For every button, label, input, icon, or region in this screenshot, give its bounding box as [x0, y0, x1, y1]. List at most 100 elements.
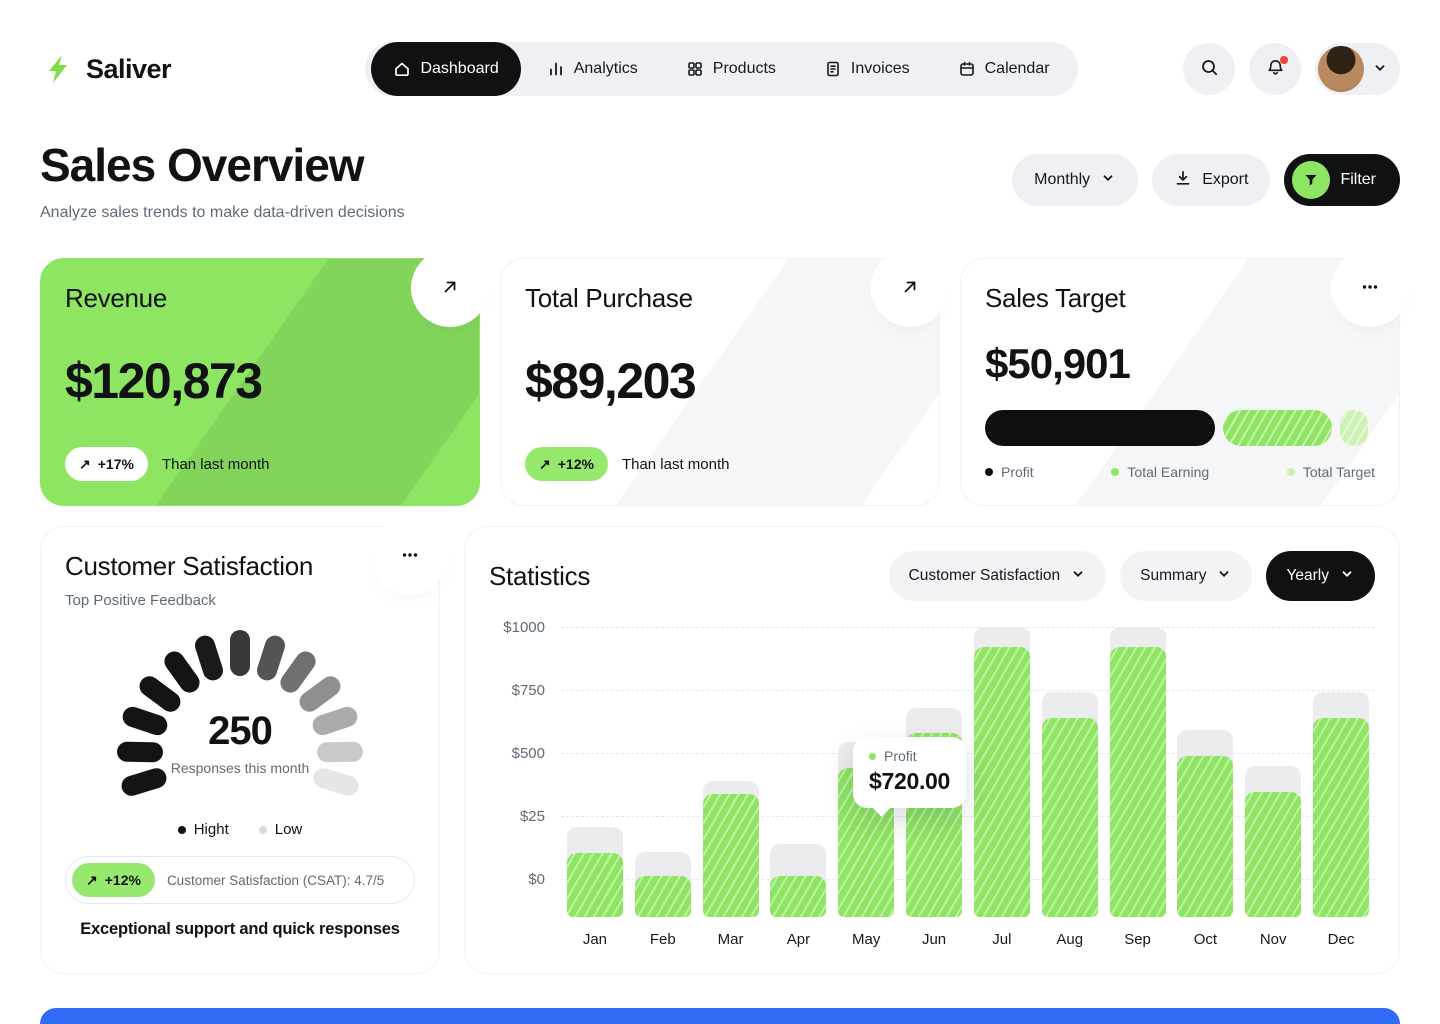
- gauge-segment: [117, 741, 163, 762]
- tooltip-value: $720.00: [869, 768, 950, 795]
- x-tick-label: Oct: [1171, 931, 1239, 948]
- bar-slot[interactable]: [1036, 627, 1104, 917]
- dashboard-page: Saliver Dashboard Analytics Products Inv…: [0, 0, 1440, 1024]
- summary-dropdown-label: Summary: [1140, 567, 1206, 585]
- purchase-card-title: Total Purchase: [525, 283, 915, 314]
- period-dropdown-label: Monthly: [1034, 171, 1090, 189]
- nav-item-calendar[interactable]: Calendar: [936, 42, 1072, 96]
- bar-slot[interactable]: [1307, 627, 1375, 917]
- revenue-delta-badge: ↗+17%: [65, 447, 148, 481]
- x-tick-label: Jul: [968, 931, 1036, 948]
- profile-menu[interactable]: [1315, 43, 1400, 95]
- chevron-down-icon: [1100, 170, 1116, 191]
- bar: [703, 794, 759, 917]
- target-progress: [985, 410, 1375, 446]
- nav-item-invoices[interactable]: Invoices: [802, 42, 932, 96]
- invoices-icon: [824, 60, 842, 78]
- bar-slot[interactable]: [968, 627, 1036, 917]
- calendar-icon: [958, 60, 976, 78]
- export-button[interactable]: Export: [1152, 154, 1270, 206]
- header-actions: Monthly Export Filter: [1012, 154, 1400, 206]
- y-axis: $1000$750$500$25$0: [489, 627, 561, 917]
- legend-dot: [1111, 468, 1119, 476]
- progress-segment: [985, 410, 1215, 446]
- main-nav: Dashboard Analytics Products Invoices Ca…: [365, 42, 1077, 96]
- x-tick-label: May: [832, 931, 900, 948]
- filter-button[interactable]: Filter: [1284, 154, 1400, 206]
- bar: [1042, 718, 1098, 917]
- trend-up-icon: ↗: [79, 457, 91, 471]
- bolt-icon: [40, 51, 76, 87]
- tooltip-label: Profit: [884, 748, 917, 764]
- trend-up-icon: ↗: [86, 873, 98, 887]
- bar-plot: [561, 627, 1375, 917]
- nav-item-label: Dashboard: [420, 60, 498, 78]
- progress-segment: [1340, 410, 1367, 446]
- notifications-button[interactable]: [1249, 43, 1301, 95]
- summary-dropdown[interactable]: Summary: [1120, 551, 1252, 601]
- revenue-card: Revenue $120,873 ↗+17% Than last month: [40, 258, 480, 506]
- satisfaction-menu-button[interactable]: [383, 529, 437, 583]
- nav-item-label: Analytics: [574, 60, 638, 78]
- nav-item-label: Products: [713, 60, 776, 78]
- legend-item-high: Hight: [178, 821, 229, 838]
- search-icon: [1200, 58, 1219, 80]
- legend-dot: [985, 468, 993, 476]
- bar-slot[interactable]: [1104, 627, 1172, 917]
- y-tick-label: $750: [512, 682, 545, 699]
- purchase-expand-button[interactable]: [883, 261, 937, 315]
- target-legend: ProfitTotal EarningTotal Target: [985, 464, 1375, 480]
- chevron-down-icon: [1070, 566, 1086, 587]
- page-header-text: Sales Overview Analyze sales trends to m…: [40, 138, 405, 222]
- metric-dropdown[interactable]: Customer Satisfaction: [889, 551, 1107, 601]
- export-button-label: Export: [1202, 171, 1248, 189]
- bar: [1177, 756, 1233, 917]
- ellipsis-icon: [400, 545, 420, 568]
- bar-slot[interactable]: [697, 627, 765, 917]
- nav-item-products[interactable]: Products: [664, 42, 798, 96]
- notification-dot: [1280, 56, 1288, 64]
- revenue-compare-label: Than last month: [162, 456, 270, 473]
- satisfaction-subtitle: Top Positive Feedback: [65, 592, 415, 609]
- search-button[interactable]: [1183, 43, 1235, 95]
- top-right-actions: [1183, 43, 1400, 95]
- nav-item-dashboard[interactable]: Dashboard: [371, 42, 520, 96]
- bar-slot[interactable]: [764, 627, 832, 917]
- chart-tooltip: Profit $720.00: [853, 737, 966, 808]
- x-tick-label: Jun: [900, 931, 968, 948]
- satisfaction-note: Exceptional support and quick responses: [65, 920, 415, 939]
- legend-item: Total Target: [1287, 464, 1375, 480]
- nav-item-analytics[interactable]: Analytics: [525, 42, 660, 96]
- revenue-expand-button[interactable]: [423, 261, 477, 315]
- y-tick-label: $25: [520, 808, 545, 825]
- period-dropdown[interactable]: Monthly: [1012, 154, 1138, 206]
- x-tick-label: Jan: [561, 931, 629, 948]
- x-tick-label: Sep: [1104, 931, 1172, 948]
- chevron-down-icon: [1372, 60, 1388, 79]
- y-tick-label: $0: [528, 871, 545, 888]
- target-menu-button[interactable]: [1343, 261, 1397, 315]
- x-tick-label: Nov: [1239, 931, 1307, 948]
- satisfaction-title: Customer Satisfaction: [65, 551, 415, 582]
- bar-slot[interactable]: [629, 627, 697, 917]
- revenue-value: $120,873: [65, 352, 455, 410]
- legend-dot: [259, 826, 267, 834]
- page-subtitle: Analyze sales trends to make data-driven…: [40, 204, 405, 222]
- total-purchase-card: Total Purchase $89,203 ↗+12% Than last m…: [500, 258, 940, 506]
- top-bar: Saliver Dashboard Analytics Products Inv…: [40, 0, 1400, 96]
- x-labels: JanFebMarAprMayJunJulAugSepOctNovDec: [561, 931, 1375, 948]
- filter-button-label: Filter: [1340, 171, 1376, 189]
- purchase-compare-label: Than last month: [622, 456, 730, 473]
- bar-slot[interactable]: [561, 627, 629, 917]
- metric-dropdown-label: Customer Satisfaction: [909, 567, 1061, 585]
- range-dropdown[interactable]: Yearly: [1266, 551, 1375, 601]
- nav-item-label: Calendar: [985, 60, 1050, 78]
- csat-delta-badge: ↗+12%: [72, 863, 155, 897]
- bar: [1313, 718, 1369, 917]
- bar-slot[interactable]: [1239, 627, 1307, 917]
- legend-item-low: Low: [259, 821, 303, 838]
- gauge-segment: [230, 630, 250, 676]
- plot-area: Profit $720.00: [561, 627, 1375, 917]
- bar-slot[interactable]: [1171, 627, 1239, 917]
- bottom-row: Customer Satisfaction Top Positive Feedb…: [40, 526, 1400, 974]
